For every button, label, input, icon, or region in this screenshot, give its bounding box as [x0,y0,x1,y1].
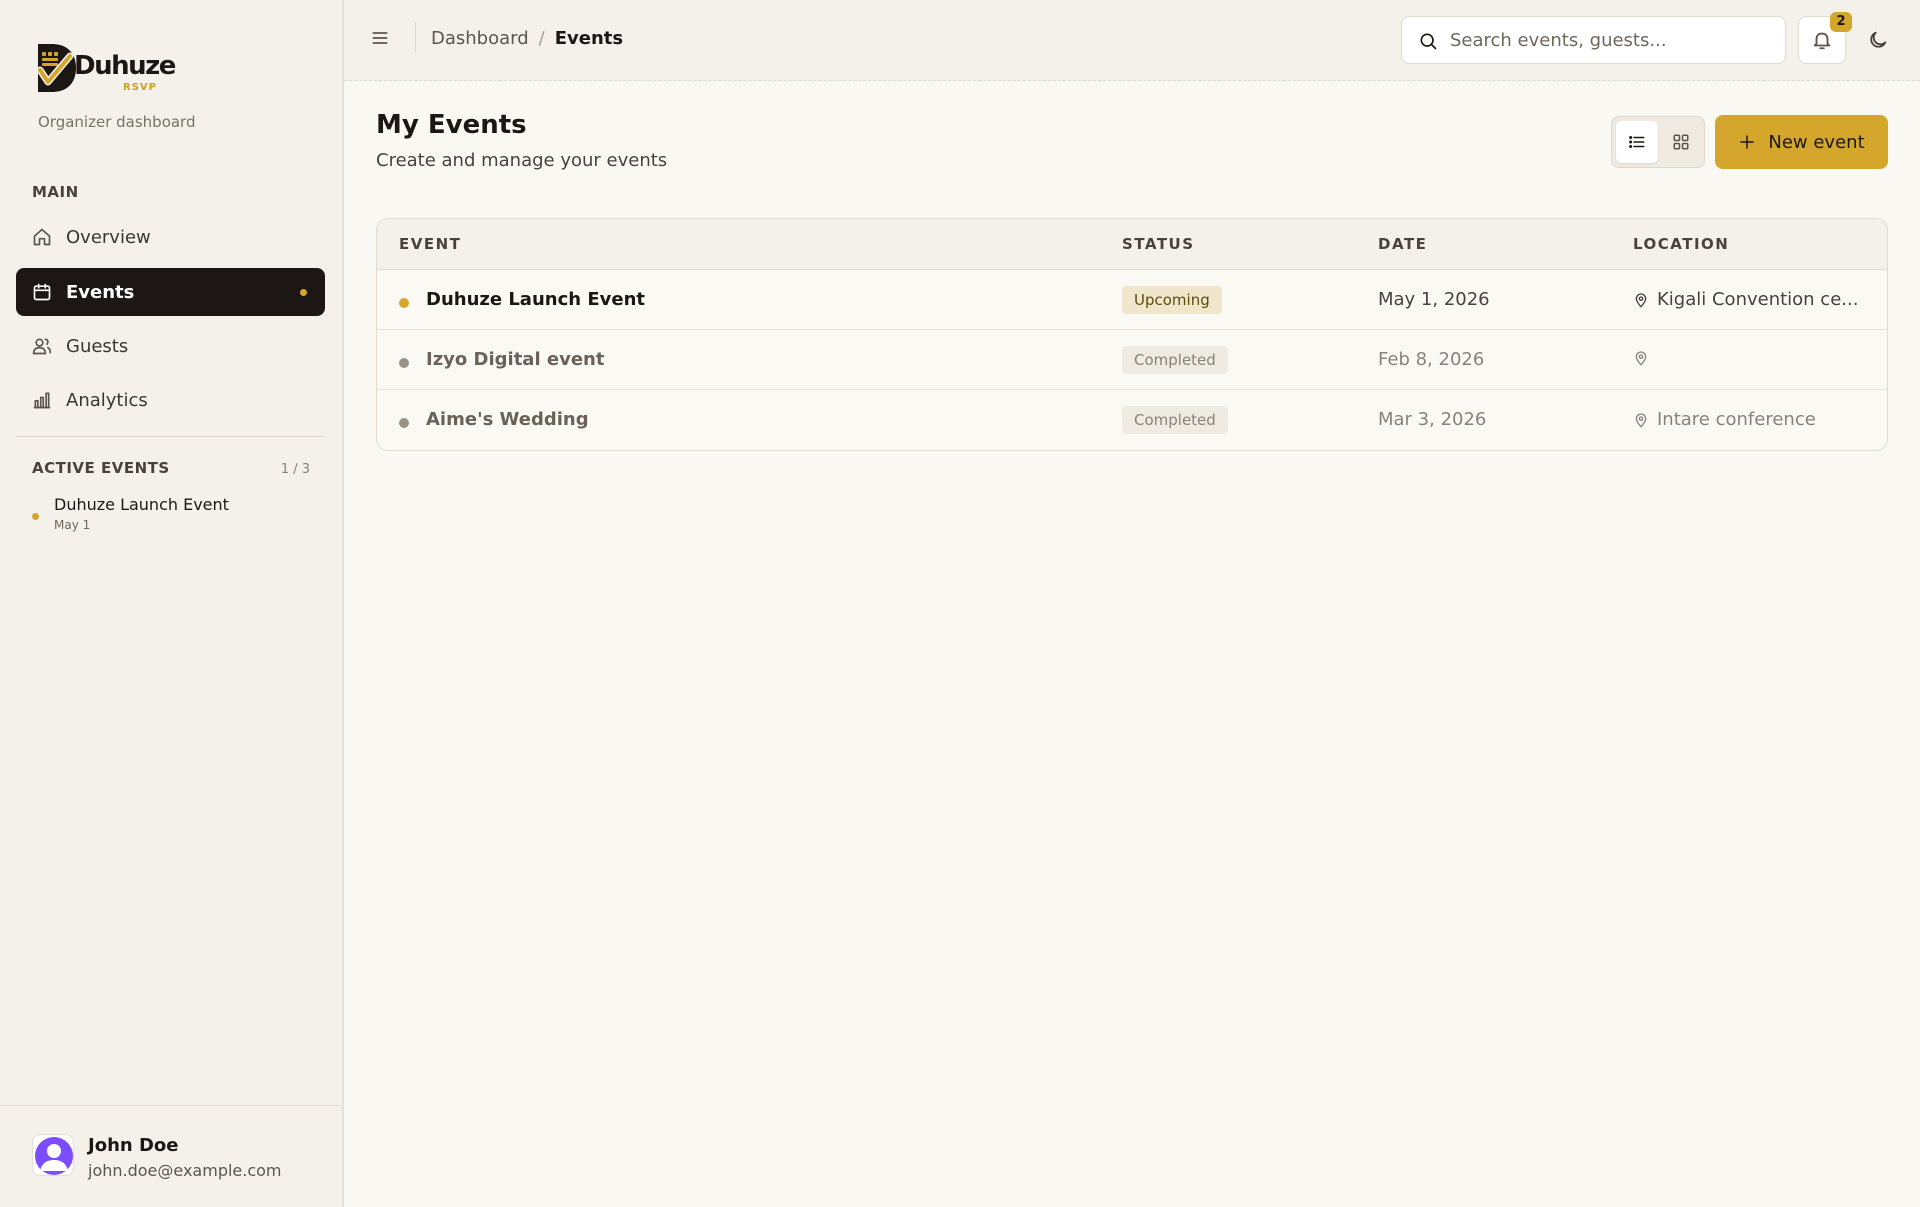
location-text: Kigali Convention ce... [1657,289,1859,310]
column-header-status: STATUS [1122,235,1195,253]
sidebar-item-overview[interactable]: Overview [16,213,325,261]
org-subtitle: Organizer dashboard [38,113,196,131]
notification-badge: 2 [1830,12,1852,32]
event-location: Kigali Convention ce... [1633,289,1873,310]
user-email: john.doe@example.com [88,1161,282,1180]
status-badge: Completed [1122,346,1228,374]
user-profile[interactable]: John Doe john.doe@example.com [0,1105,342,1207]
brand-wordmark: Duhuze [74,51,176,81]
toolbar-separator [415,22,416,52]
event-name[interactable]: Duhuze Launch Event [426,289,645,310]
status-badge: Upcoming [1122,286,1222,314]
sidebar-item-label: Overview [66,226,151,248]
event-name[interactable]: Aime's Wedding [426,409,589,430]
bell-icon [1813,32,1831,50]
event-name[interactable]: Izyo Digital event [426,349,604,370]
section-label-active-events: ACTIVE EVENTS [32,459,170,477]
plus-icon [1740,135,1755,149]
event-date: Mar 3, 2026 [1378,409,1487,430]
column-header-date: DATE [1378,235,1428,253]
active-events-count: 1 / 3 [280,462,310,477]
sidebar-item-label: Events [66,281,135,303]
active-event-title: Duhuze Launch Event [54,495,229,514]
map-pin-icon [1635,351,1647,366]
breadcrumb-dashboard[interactable]: Dashboard [431,28,529,49]
page-title: My Events [376,110,527,140]
table-row[interactable]: Duhuze Launch Event Upcoming May 1, 2026… [377,270,1887,330]
event-location: Intare conference [1633,409,1873,430]
brand-tag: RSVP [123,82,157,93]
sidebar-item-events[interactable]: Events [16,268,325,316]
new-event-label: New event [1768,131,1865,153]
grid-view-button[interactable] [1660,121,1702,163]
column-header-event: EVENT [399,235,462,253]
column-header-location: LOCATION [1633,235,1730,253]
status-dot [399,358,409,368]
active-event-date: May 1 [54,518,91,532]
event-location [1633,349,1873,367]
status-badge: Completed [1122,406,1228,434]
section-label-main: MAIN [32,183,79,201]
breadcrumb-events: Events [554,28,624,49]
list-view-button[interactable] [1616,121,1658,163]
sidebar-item-guests[interactable]: Guests [16,322,325,370]
sidebar-item-analytics[interactable]: Analytics [16,376,325,424]
menu-icon[interactable] [370,28,390,48]
calendar-icon [32,282,52,302]
brand-logo[interactable]: Duhuze RSVP [36,42,176,94]
bar-chart-icon [32,390,52,410]
breadcrumb: Dashboard / Events [431,28,623,49]
user-avatar-icon [35,1137,73,1175]
avatar [32,1134,74,1176]
list-icon [1629,136,1645,148]
table-row[interactable]: Aime's Wedding Completed Mar 3, 2026 Int… [377,390,1887,450]
new-event-button[interactable]: New event [1715,115,1888,169]
event-date: May 1, 2026 [1378,289,1490,310]
status-dot [399,418,409,428]
user-name: John Doe [88,1135,179,1156]
search-box[interactable] [1401,16,1786,64]
sidebar-item-label: Analytics [66,389,148,411]
table-header: EVENT STATUS DATE LOCATION [377,219,1887,270]
map-pin-icon [1635,412,1647,428]
events-table: EVENT STATUS DATE LOCATION Duhuze Launch… [376,218,1888,451]
search-icon [1418,31,1438,51]
event-date: Feb 8, 2026 [1378,349,1485,370]
map-pin-icon [1635,292,1647,308]
moon-icon [1870,31,1887,48]
location-text: Intare conference [1657,409,1816,430]
top-bar: Dashboard / Events 2 [344,0,1920,81]
active-indicator-dot [300,289,307,296]
sidebar: Duhuze RSVP Organizer dashboard MAIN Ove… [0,0,344,1207]
sidebar-divider [16,436,325,437]
page-subtitle: Create and manage your events [376,150,668,171]
sidebar-item-label: Guests [66,335,129,357]
search-input[interactable] [1450,17,1770,63]
users-icon [32,336,52,356]
active-event-dot [32,513,39,520]
home-icon [32,227,52,247]
status-dot [399,298,409,308]
breadcrumb-separator: / [538,28,545,49]
dark-mode-toggle[interactable] [1867,29,1889,51]
view-toggle [1611,116,1705,168]
table-row[interactable]: Izyo Digital event Completed Feb 8, 2026 [377,330,1887,390]
grid-icon [1673,134,1689,150]
